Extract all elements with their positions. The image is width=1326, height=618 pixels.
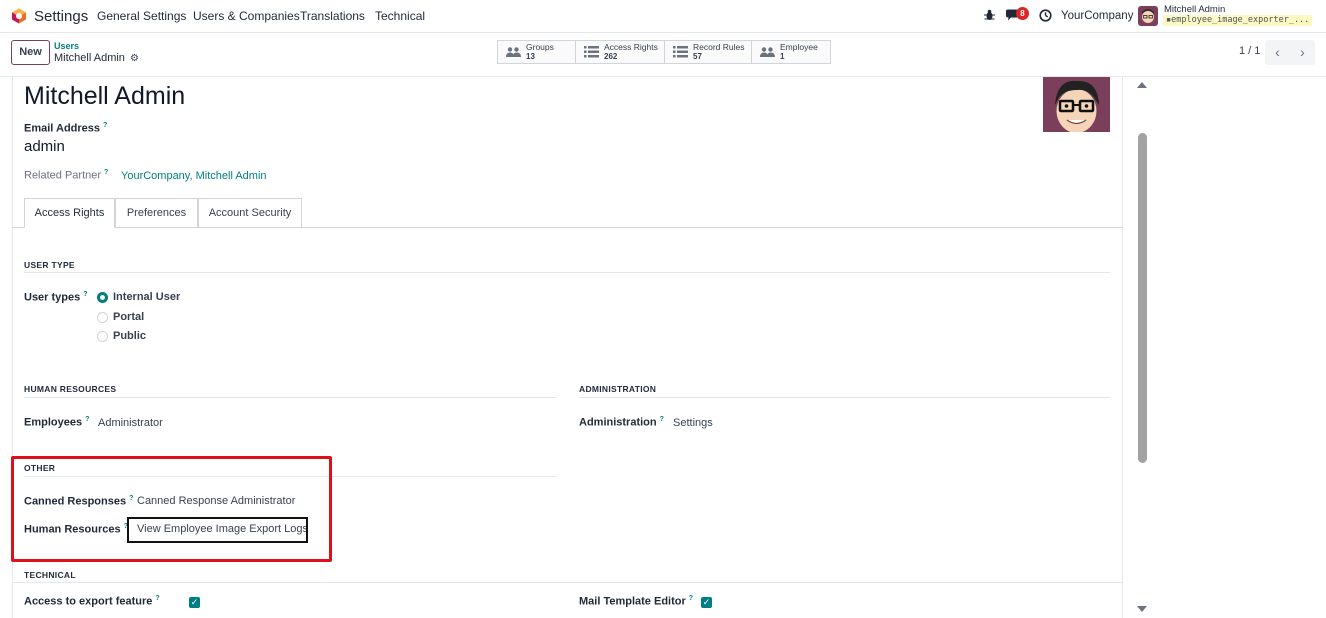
smart-button-value: 1 bbox=[780, 52, 785, 61]
user-name[interactable]: Mitchell Admin bbox=[1164, 4, 1225, 15]
chevron-left-icon[interactable]: ‹ bbox=[1265, 40, 1290, 65]
new-button[interactable]: New bbox=[11, 40, 50, 65]
app-name[interactable]: Settings bbox=[34, 8, 88, 25]
company-switcher[interactable]: YourCompany bbox=[1061, 10, 1133, 22]
help-tooltip[interactable]: ? bbox=[85, 416, 89, 423]
tab-preferences[interactable]: Preferences bbox=[115, 198, 198, 228]
user-types-label-text: User types bbox=[24, 291, 81, 304]
related-partner-link[interactable]: YourCompany, Mitchell Admin bbox=[121, 170, 267, 182]
section-technical: TECHNICAL bbox=[24, 570, 76, 580]
email-label: Email Address? bbox=[24, 122, 107, 135]
breadcrumb-users[interactable]: Users bbox=[54, 41, 79, 51]
scroll-up-arrow-icon[interactable] bbox=[1137, 82, 1147, 88]
user-photo[interactable] bbox=[1043, 77, 1110, 132]
tab-account-security[interactable]: Account Security bbox=[198, 198, 302, 228]
smart-button-employee[interactable]: Employee 1 bbox=[752, 41, 830, 63]
list-icon bbox=[584, 46, 599, 58]
mail-template-editor-label-text: Mail Template Editor bbox=[579, 595, 686, 608]
mail-template-editor-checkbox[interactable]: ✓ bbox=[701, 597, 712, 608]
administration-label: Administration? bbox=[579, 416, 664, 429]
chevron-right-icon[interactable]: › bbox=[1290, 40, 1315, 65]
employees-access-select[interactable]: Administrator bbox=[98, 417, 163, 429]
help-tooltip[interactable]: ? bbox=[103, 122, 107, 129]
database-tag: ▪employee_image_exporter_... bbox=[1163, 15, 1313, 26]
section-human-resources: HUMAN RESOURCES bbox=[24, 384, 117, 394]
help-tooltip[interactable]: ? bbox=[689, 595, 693, 602]
tab-access-rights[interactable]: Access Rights bbox=[24, 198, 115, 228]
top-navbar: Settings General Settings Users & Compan… bbox=[0, 0, 1326, 33]
chat-unread-badge: 8 bbox=[1016, 7, 1029, 20]
related-partner-label: Related Partner? bbox=[24, 169, 108, 182]
radio-label-portal[interactable]: Portal bbox=[113, 311, 144, 323]
section-user-type: USER TYPE bbox=[24, 260, 75, 270]
export-feature-checkbox[interactable]: ✓ bbox=[189, 597, 200, 608]
radio-internal-user[interactable] bbox=[97, 292, 108, 303]
divider bbox=[579, 397, 1110, 398]
employees-label: Employees? bbox=[24, 416, 89, 429]
smart-button-groups[interactable]: Groups 13 bbox=[498, 41, 576, 63]
scrollbar-thumb[interactable] bbox=[1138, 133, 1147, 463]
menu-translations[interactable]: Translations bbox=[300, 9, 365, 23]
smart-button-label: Employee bbox=[780, 42, 818, 52]
control-panel: New Users Mitchell Admin ⚙ Groups 13 Acc… bbox=[0, 33, 1326, 77]
help-tooltip[interactable]: ? bbox=[660, 416, 664, 423]
gear-icon[interactable]: ⚙ bbox=[130, 53, 139, 64]
smart-buttons: Groups 13 Access Rights 262 Record Rules… bbox=[497, 40, 831, 64]
users-icon bbox=[506, 47, 521, 57]
radio-label-public[interactable]: Public bbox=[113, 330, 146, 342]
user-types-label: User types? bbox=[24, 291, 88, 304]
highlight-red-frame bbox=[11, 456, 332, 562]
breadcrumb-current: Mitchell Admin bbox=[54, 52, 125, 64]
smart-button-label: Access Rights bbox=[604, 42, 658, 52]
user-name-title[interactable]: Mitchell Admin bbox=[24, 82, 185, 111]
divider bbox=[24, 397, 556, 398]
highlight-black-frame bbox=[127, 517, 308, 543]
help-tooltip[interactable]: ? bbox=[155, 595, 159, 602]
smart-button-label: Record Rules bbox=[693, 42, 745, 52]
email-field[interactable]: admin bbox=[24, 138, 65, 155]
pager-buttons: ‹ › bbox=[1265, 40, 1315, 65]
administration-label-text: Administration bbox=[579, 416, 657, 429]
related-partner-label-text: Related Partner bbox=[24, 169, 102, 182]
help-tooltip[interactable]: ? bbox=[83, 291, 87, 298]
divider bbox=[24, 272, 1110, 273]
smart-button-value: 262 bbox=[604, 52, 618, 61]
menu-technical[interactable]: Technical bbox=[375, 9, 425, 23]
smart-button-access-rights[interactable]: Access Rights 262 bbox=[576, 41, 665, 63]
user-avatar[interactable] bbox=[1138, 6, 1158, 26]
smart-button-value: 13 bbox=[526, 52, 535, 61]
employees-label-text: Employees bbox=[24, 416, 83, 429]
help-tooltip[interactable]: ? bbox=[104, 169, 108, 176]
administration-access-select[interactable]: Settings bbox=[673, 417, 713, 429]
radio-portal[interactable] bbox=[97, 312, 108, 323]
email-label-text: Email Address bbox=[24, 122, 101, 135]
pager-counter[interactable]: 1 / 1 bbox=[1239, 45, 1260, 57]
divider bbox=[12, 582, 1123, 583]
smart-button-value: 57 bbox=[693, 52, 702, 61]
bug-icon[interactable] bbox=[984, 9, 995, 24]
scroll-down-arrow-icon[interactable] bbox=[1137, 606, 1147, 612]
database-name: employee_image_exporter_... bbox=[1171, 15, 1310, 25]
list-icon bbox=[673, 46, 688, 58]
mail-template-editor-label: Mail Template Editor? bbox=[579, 595, 693, 608]
smart-button-record-rules[interactable]: Record Rules 57 bbox=[665, 41, 752, 63]
form-tabs: Access Rights Preferences Account Securi… bbox=[12, 198, 1123, 228]
radio-public[interactable] bbox=[97, 331, 108, 342]
users-icon bbox=[760, 47, 775, 57]
section-administration: ADMINISTRATION bbox=[579, 384, 657, 394]
export-feature-label-text: Access to export feature bbox=[24, 595, 153, 608]
export-feature-label: Access to export feature? bbox=[24, 595, 160, 608]
clock-icon[interactable] bbox=[1039, 9, 1052, 22]
smart-button-label: Groups bbox=[526, 42, 554, 52]
radio-label-internal-user[interactable]: Internal User bbox=[113, 291, 180, 303]
menu-general-settings[interactable]: General Settings bbox=[97, 9, 186, 23]
odoo-app-logo-icon[interactable] bbox=[11, 8, 27, 24]
menu-users-companies[interactable]: Users & Companies bbox=[193, 9, 300, 23]
